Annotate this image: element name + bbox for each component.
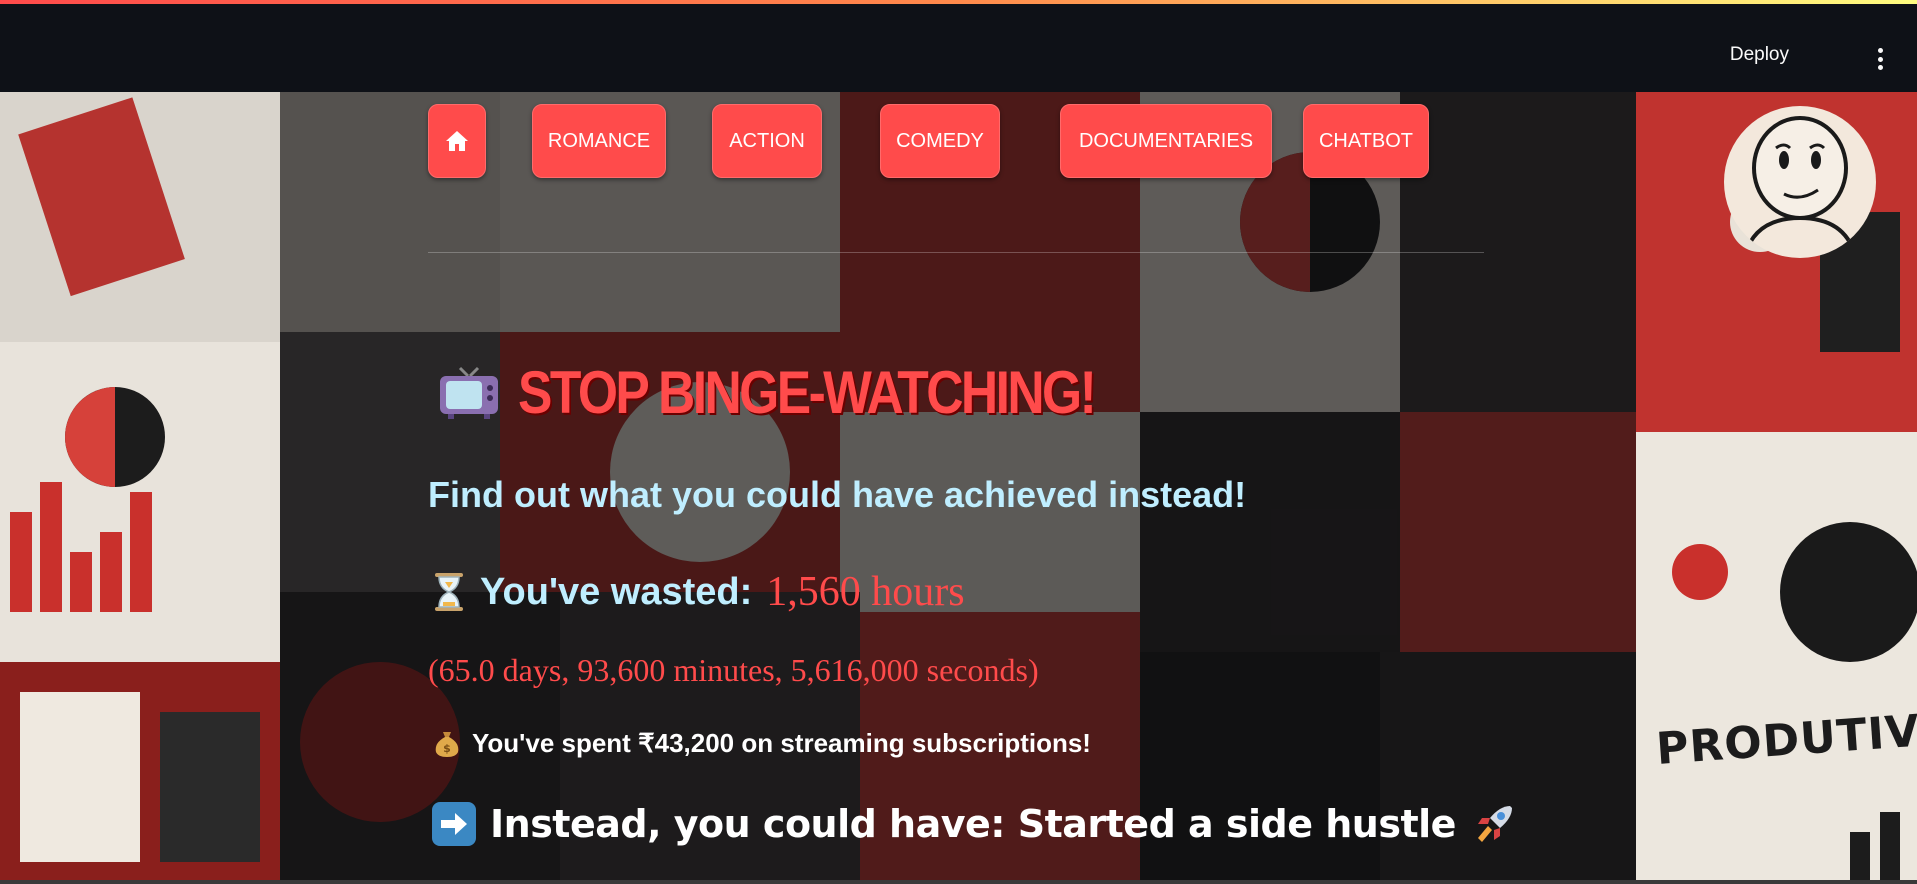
app-header: Deploy [0, 4, 1917, 92]
svg-text:$: $ [443, 742, 451, 755]
deploy-button[interactable]: Deploy [1730, 44, 1789, 66]
wasted-value: 1,560 hours [766, 569, 965, 615]
instead-row: Instead, you could have: Started a side … [432, 800, 1518, 848]
spent-text: You've spent ₹43,200 on streaming subscr… [472, 728, 1091, 758]
nav-action-button[interactable]: ACTION [712, 104, 822, 178]
wasted-label: You've wasted: [480, 570, 753, 613]
subtitle: Find out what you could have achieved in… [428, 474, 1247, 515]
divider [428, 252, 1484, 253]
more-vertical-icon[interactable] [1875, 48, 1885, 70]
bottom-edge [0, 880, 1917, 884]
nav-comedy-button[interactable]: COMEDY [880, 104, 1000, 178]
home-icon [446, 131, 468, 151]
nav-documentaries-button[interactable]: DOCUMENTARIES [1060, 104, 1272, 178]
page-title: STOP BINGE-WATCHING! [518, 358, 1097, 426]
avatar [1724, 106, 1876, 258]
time-breakdown: (65.0 days, 93,600 minutes, 5,616,000 se… [428, 652, 1039, 688]
instead-text: Instead, you could have: Started a side … [490, 802, 1456, 846]
nav-chatbot-button[interactable]: CHATBOT [1303, 104, 1429, 178]
nav-romance-button[interactable]: ROMANCE [532, 104, 666, 178]
title-row: STOP BINGE-WATCHING! [438, 352, 1188, 432]
spent-row: $ You've spent ₹43,200 on streaming subs… [434, 728, 1091, 759]
nav-home-button[interactable] [428, 104, 486, 178]
right-arrow-icon [432, 802, 476, 846]
wasted-row: You've wasted: 1,560 hours [432, 568, 965, 616]
hourglass-icon [435, 573, 463, 611]
television-icon [440, 366, 498, 419]
rocket-icon [1477, 806, 1512, 842]
money-bag-icon: $ [435, 731, 459, 757]
